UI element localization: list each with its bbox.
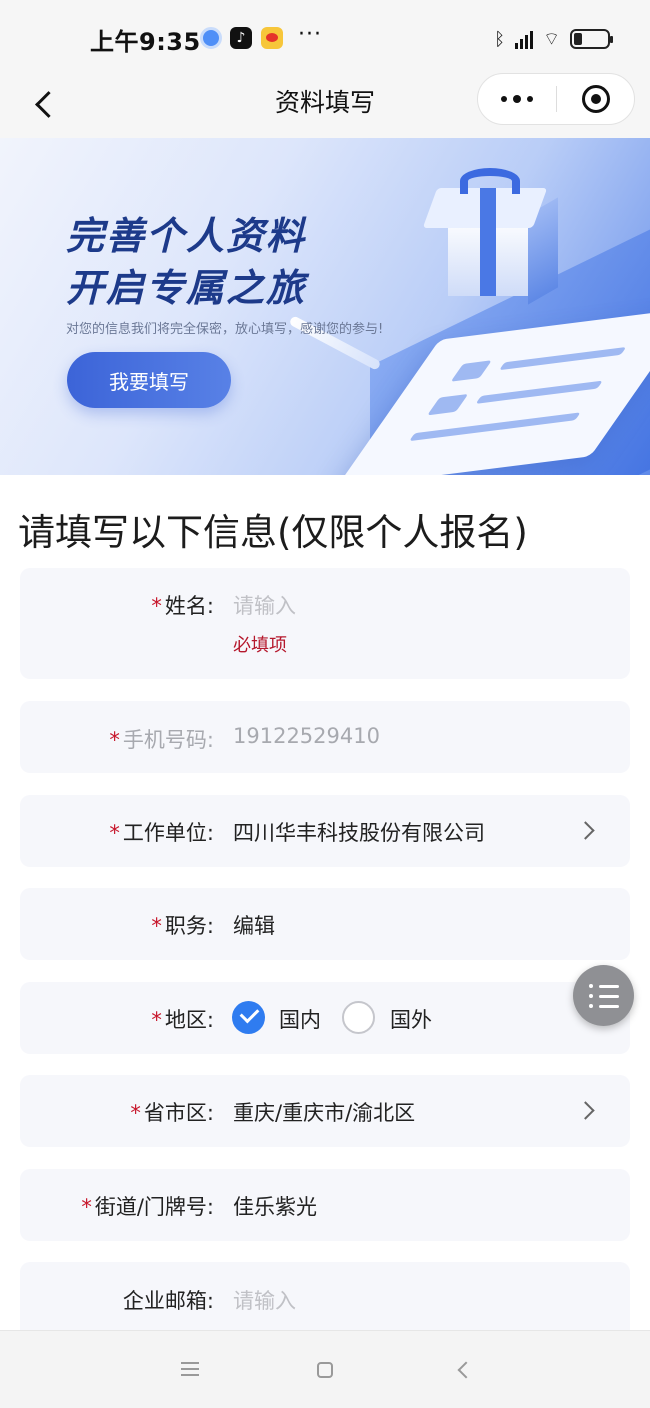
region-overseas-radio[interactable] xyxy=(342,1001,375,1034)
region-overseas-label[interactable]: 国外 xyxy=(390,1004,432,1034)
close-target-icon[interactable] xyxy=(557,74,635,124)
name-field-card: * 姓名: 请输入 必填项 xyxy=(20,568,630,679)
required-mark: * xyxy=(109,728,120,752)
list-icon xyxy=(589,984,593,988)
street-label: * 街道/门牌号: xyxy=(81,1195,214,1219)
status-bar: 上午9:35 ♪ ··· ᛒ ⌔ xyxy=(0,0,650,72)
province-label: * 省市区: xyxy=(130,1101,214,1125)
bluetooth-icon: ᛒ xyxy=(494,28,506,50)
required-mark: * xyxy=(151,1008,162,1032)
mini-program-capsule xyxy=(477,73,635,125)
phone-label: * 手机号码: xyxy=(109,728,214,752)
banner: 完善个人资料 开启专属之旅 对您的信息我们将完全保密，放心填写，感谢您的参与! … xyxy=(0,138,650,475)
signal-icon xyxy=(515,29,534,49)
battery-icon xyxy=(570,29,613,49)
region-domestic-label[interactable]: 国内 xyxy=(279,1004,321,1034)
email-label: 企业邮箱: xyxy=(122,1289,214,1313)
system-nav-bar xyxy=(0,1330,650,1408)
weibo-app-icon xyxy=(261,27,283,49)
tiktok-app-icon: ♪ xyxy=(230,27,252,49)
fill-in-button[interactable]: 我要填写 xyxy=(67,352,231,408)
chevron-right-icon xyxy=(576,821,595,840)
phone-field-card: * 手机号码: 19122529410 xyxy=(20,701,630,773)
region-label: * 地区: xyxy=(151,1008,214,1032)
required-mark: * xyxy=(151,914,162,938)
province-field-card[interactable]: * 省市区: 重庆/重庆市/渝北区 xyxy=(20,1075,630,1147)
company-label: * 工作单位: xyxy=(109,821,214,845)
street-input[interactable]: 佳乐紫光 xyxy=(233,1191,317,1221)
required-mark: * xyxy=(151,594,162,618)
required-mark: * xyxy=(130,1101,141,1125)
name-error: 必填项 xyxy=(233,635,287,656)
phone-value: 19122529410 xyxy=(233,724,380,748)
company-field-card[interactable]: * 工作单位: 四川华丰科技股份有限公司 xyxy=(20,795,630,867)
banner-subtitle: 对您的信息我们将完全保密，放心填写，感谢您的参与! xyxy=(66,322,384,337)
region-domestic-radio[interactable] xyxy=(232,1001,265,1034)
floating-menu-button[interactable] xyxy=(573,965,634,1026)
banner-headline-line2: 开启专属之旅 xyxy=(66,266,307,310)
company-value[interactable]: 四川华丰科技股份有限公司 xyxy=(233,817,485,847)
province-value[interactable]: 重庆/重庆市/渝北区 xyxy=(233,1097,415,1127)
form-title: 请填写以下信息(仅限个人报名) xyxy=(18,511,528,554)
more-notifications-icon: ··· xyxy=(298,22,322,47)
region-field-card: * 地区: 国内 国外 xyxy=(20,982,630,1054)
chevron-right-icon xyxy=(576,1101,595,1120)
gift-box-illustration xyxy=(422,168,558,305)
name-input[interactable]: 请输入 xyxy=(233,590,296,620)
wifi-icon: ⌔ xyxy=(543,28,560,50)
status-time: 上午9:35 xyxy=(90,28,201,56)
browser-app-icon xyxy=(200,27,222,49)
system-back-icon[interactable] xyxy=(457,1361,475,1379)
position-input[interactable]: 编辑 xyxy=(233,910,275,940)
position-label: * 职务: xyxy=(151,914,214,938)
name-label: * 姓名: xyxy=(151,594,214,618)
nav-bar: 资料填写 xyxy=(0,72,650,138)
banner-headline-line1: 完善个人资料 xyxy=(66,214,307,258)
more-icon[interactable] xyxy=(478,74,556,124)
required-mark: * xyxy=(109,821,120,845)
menu-icon[interactable] xyxy=(181,1362,199,1376)
required-mark: * xyxy=(81,1195,92,1219)
banner-headline: 完善个人资料 开启专属之旅 xyxy=(66,210,306,314)
position-field-card: * 职务: 编辑 xyxy=(20,888,630,960)
street-field-card: * 街道/门牌号: 佳乐紫光 xyxy=(20,1169,630,1241)
home-icon[interactable] xyxy=(317,1362,333,1378)
status-indicators: ᛒ ⌔ xyxy=(494,26,613,52)
email-input[interactable]: 请输入 xyxy=(233,1285,296,1315)
